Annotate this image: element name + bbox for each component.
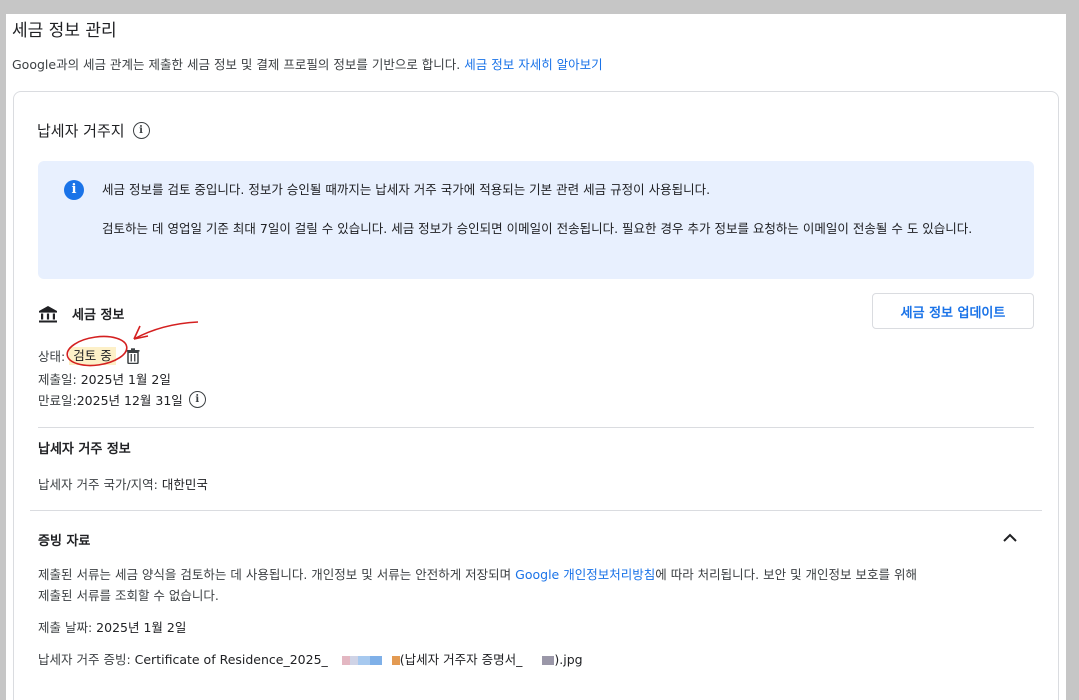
proof-label: 납세자 거주 증빙: — [38, 652, 135, 667]
submitted-value: 2025년 1월 2일 — [80, 372, 171, 387]
learn-more-link[interactable]: 세금 정보 자세히 알아보기 — [464, 57, 602, 72]
proof-file-part2: (납세자 거주자 증명서_ — [399, 652, 523, 667]
submission-date-value: 2025년 1월 2일 — [96, 620, 187, 635]
trash-icon[interactable] — [126, 347, 140, 364]
divider — [30, 510, 1042, 511]
chevron-up-icon[interactable] — [1000, 528, 1020, 548]
submitted-date-row: 제출일: 2025년 1월 2일 — [38, 369, 171, 388]
expiry-label: 만료일: — [38, 393, 77, 408]
residence-heading-text: 납세자 거주지 — [37, 122, 125, 140]
expiry-info-icon[interactable]: i — [188, 391, 206, 408]
proof-file-part1: Certificate of Residence_2025_ — [134, 652, 328, 667]
documents-heading: 증빙 자료 — [38, 534, 91, 549]
info-icon[interactable]: i — [132, 122, 150, 139]
bank-icon — [39, 305, 57, 322]
documents-desc-part2: 에 따라 처리됩니다. 보안 및 개인정보 보호를 위해 — [655, 567, 918, 582]
expiry-value: 2025년 12월 31일 — [76, 393, 183, 408]
status-badge: 검토 중 — [69, 346, 116, 365]
info-filled-icon: i — [64, 180, 84, 200]
divider — [38, 427, 1034, 428]
residence-country-row: 납세자 거주 국가/지역: 대한민국 — [38, 474, 208, 493]
status-label: 상태: — [38, 349, 66, 364]
residence-info-heading: 납세자 거주 정보 — [38, 442, 131, 457]
submitted-label: 제출일: — [38, 372, 81, 387]
review-info-banner: i 세금 정보를 검토 중입니다. 정보가 승인될 때까지는 납세자 거주 국가… — [38, 161, 1034, 279]
tax-settings-page: 세금 정보 관리 Google과의 세금 관계는 제출한 세금 정보 및 결제 … — [6, 14, 1066, 700]
country-value: 대한민국 — [161, 477, 208, 492]
banner-line-2: 검토하는 데 영업일 기준 최대 7일이 걸릴 수 있습니다. 세금 정보가 승… — [102, 221, 973, 236]
intro-text: Google과의 세금 관계는 제출한 세금 정보 및 결제 프로필의 정보를 … — [12, 57, 465, 72]
tax-info-heading-text: 세금 정보 — [72, 308, 125, 323]
privacy-policy-link[interactable]: Google 개인정보처리방침 — [515, 567, 655, 582]
proof-file-part3: ).jpg — [554, 652, 583, 667]
update-tax-info-button[interactable]: 세금 정보 업데이트 — [872, 293, 1034, 329]
tax-info-heading: 세금 정보 — [38, 304, 124, 323]
intro-text-row: Google과의 세금 관계는 제출한 세금 정보 및 결제 프로필의 정보를 … — [12, 54, 603, 73]
redacted-block — [341, 656, 382, 665]
documents-desc-line2: 제출된 서류를 조회할 수 없습니다. — [38, 588, 219, 603]
submission-date-label: 제출 날짜: — [38, 620, 97, 635]
residence-heading: 납세자 거주지 i — [37, 120, 150, 141]
banner-line-1: 세금 정보를 검토 중입니다. 정보가 승인될 때까지는 납세자 거주 국가에 … — [102, 182, 711, 197]
residence-proof-row: 납세자 거주 증빙: Certificate of Residence_2025… — [38, 649, 583, 668]
redacted-block — [391, 656, 400, 665]
page-title: 세금 정보 관리 — [12, 21, 117, 41]
documents-desc-part1: 제출된 서류는 세금 양식을 검토하는 데 사용됩니다. 개인정보 및 서류는 … — [38, 567, 516, 582]
redacted-block — [542, 656, 555, 665]
status-row: 상태: 검토 중 — [38, 346, 140, 365]
expiry-date-row: 만료일: 2025년 12월 31일 i — [38, 390, 206, 409]
submission-date-row: 제출 날짜: 2025년 1월 2일 — [38, 617, 186, 636]
documents-description: 제출된 서류는 세금 양식을 검토하는 데 사용됩니다. 개인정보 및 서류는 … — [38, 564, 917, 583]
country-label: 납세자 거주 국가/지역: — [38, 477, 162, 492]
